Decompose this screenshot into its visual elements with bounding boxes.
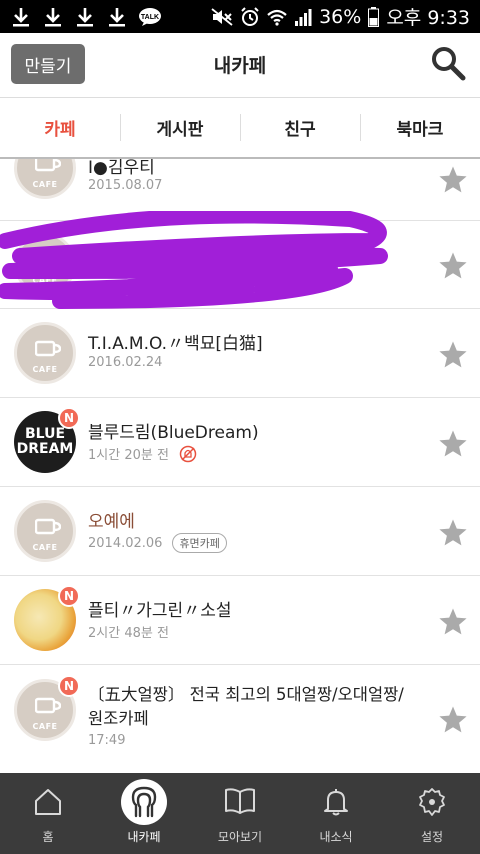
nav-settings[interactable]: 설정 [384,773,480,854]
star-icon[interactable] [438,607,468,637]
cafe-logo: CAFE N [14,675,80,741]
cup-icon [35,697,61,714]
kakaotalk-icon: TALK [138,7,162,27]
tab-bar: 카페 게시판 친구 북마크 [0,97,480,159]
star-icon[interactable] [438,340,468,370]
cafe-logo: CAFE [14,500,76,562]
nav-label: 내카페 [127,830,161,844]
battery-percent: 36% [319,5,362,28]
new-badge: N [58,407,80,429]
cafe-logo: BLUE DREAM N [14,407,80,473]
star-icon[interactable] [438,165,468,195]
star-icon[interactable] [438,251,468,281]
search-icon[interactable] [430,45,466,81]
cafe-date: 17:49 [88,733,126,748]
tab-bookmark[interactable]: 북마크 [360,98,480,157]
nav-label: 설정 [420,830,444,844]
clock: 오후 9:33 [386,7,470,29]
nav-news[interactable]: 내소식 [288,773,384,854]
cup-icon [35,159,61,172]
book-icon [225,788,255,814]
cafe-logo: CAFE [14,159,76,199]
cup-icon [35,340,61,357]
cup-icon [35,518,61,535]
nav-home[interactable]: 홈 [0,773,96,854]
cafe-date: 2시간 48분 전 [88,626,169,641]
list-item[interactable]: CAFE [0,211,480,309]
list-item[interactable]: CAFE T.I.A.M.O.〃백묘[白猫] 2016.02.24 [0,309,480,398]
list-item[interactable]: CAFE 오예에 2014.02.06 휴면카페 [0,487,480,576]
cafe-name: 오예에 [88,512,135,532]
tab-board[interactable]: 게시판 [120,98,240,157]
download-icon [74,6,96,28]
star-icon[interactable] [438,518,468,548]
cafe-name: 플티〃가그린〃소설 [88,601,232,621]
download-icon [106,6,128,28]
home-icon [35,789,61,815]
mycafe-icon [131,786,157,818]
cafe-date: 1시간 20분 전 [88,448,169,463]
dormant-cafe-badge: 휴면카페 [172,533,227,553]
gear-icon [419,788,445,816]
nav-mycafe[interactable]: 내카페 [96,773,192,854]
bottom-nav: 홈 내카페 모아보기 내소식 설정 [0,773,480,854]
list-item[interactable]: N 플티〃가그린〃소설 2시간 48분 전 [0,576,480,665]
signal-icon [295,8,312,26]
nav-collection[interactable]: 모아보기 [192,773,288,854]
wifi-icon [267,9,287,26]
download-icon [10,6,32,28]
cafe-list: CAFE I●김우티 2015.08.07 CAFE CAFE T.I.A.M.… [0,159,480,773]
scribble-redaction [0,211,388,309]
cafe-name: 블루드림(BlueDream) [88,423,259,443]
no-alarm-icon [179,445,197,462]
list-item[interactable]: CAFE N 〔五大얼짱〕 전국 최고의 5대얼짱/오대얼짱/ 원조카페 17:… [0,665,480,773]
cafe-date: 2015.08.07 [88,178,163,193]
nav-label: 내소식 [319,830,353,844]
cafe-date: 2014.02.06 [88,535,163,551]
download-icon [42,6,64,28]
battery-icon [368,6,380,27]
nav-label: 홈 [42,830,54,844]
tab-cafe[interactable]: 카페 [0,98,120,157]
cafe-date: 2016.02.24 [88,355,163,370]
nav-label: 모아보기 [217,830,263,844]
alarm-icon [241,6,259,26]
mute-icon [211,7,233,26]
app-header: 만들기 내카페 [0,33,480,97]
cafe-logo: CAFE [14,322,76,384]
status-bar: TALK 36% 오후 9:33 [0,0,480,33]
svg-text:TALK: TALK [141,14,159,21]
cafe-logo: N [14,585,80,651]
cafe-name-line2: 원조카페 [88,709,149,728]
list-item[interactable]: BLUE DREAM N 블루드림(BlueDream) 1시간 20분 전 [0,398,480,487]
tab-friends[interactable]: 친구 [240,98,360,157]
cafe-name: T.I.A.M.O.〃백묘[白猫] [88,334,263,354]
bell-icon [324,789,348,816]
star-icon[interactable] [438,705,468,735]
new-badge: N [58,675,80,697]
new-badge: N [58,585,80,607]
star-icon[interactable] [438,429,468,459]
cafe-name: I●김우티 [88,159,155,178]
cafe-name: 〔五大얼짱〕 전국 최고의 5대얼짱/오대얼짱/ [88,685,404,704]
page-title: 내카페 [213,55,267,77]
